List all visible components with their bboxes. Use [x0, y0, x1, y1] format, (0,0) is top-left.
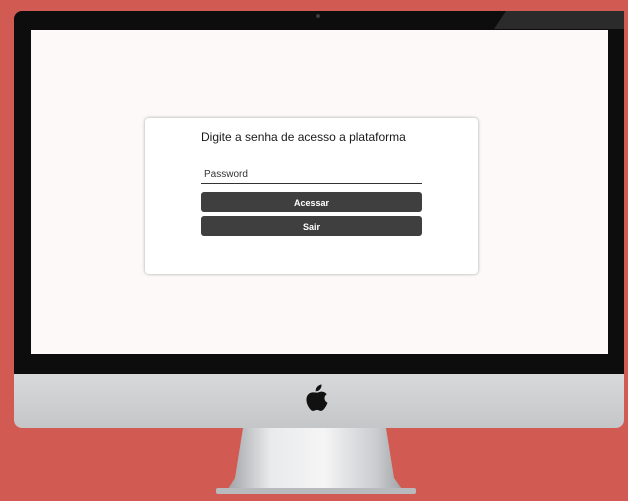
exit-button[interactable]: Sair: [201, 216, 422, 236]
camera-icon: [316, 14, 320, 18]
monitor-stand: [216, 428, 416, 494]
login-title: Digite a senha de acesso a plataforma: [201, 130, 406, 144]
login-card: Digite a senha de acesso a plataforma Ac…: [145, 118, 478, 274]
access-button[interactable]: Acessar: [201, 192, 422, 212]
screen: Digite a senha de acesso a plataforma Ac…: [31, 30, 608, 354]
password-input[interactable]: [201, 166, 422, 184]
apple-icon: [306, 384, 328, 411]
